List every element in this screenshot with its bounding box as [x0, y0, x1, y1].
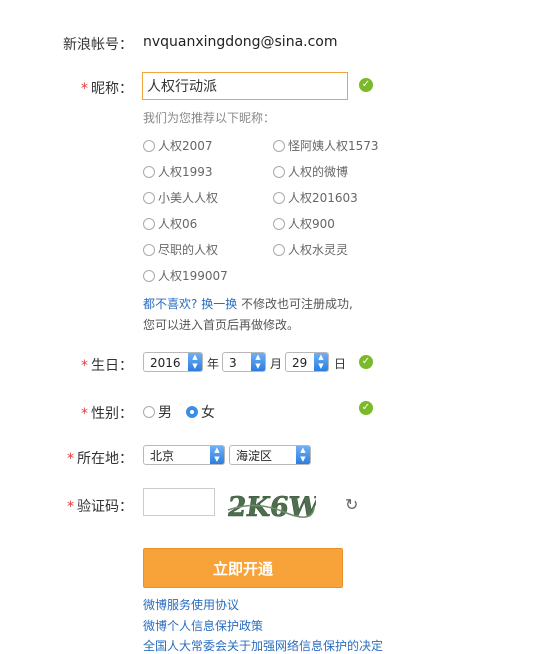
- radio-icon: [143, 406, 155, 418]
- select-arrows-icon: ▲ ▼: [210, 446, 224, 464]
- radio-icon: [273, 217, 285, 230]
- gender-male-label: 男: [158, 405, 172, 421]
- radio-icon: [273, 243, 285, 256]
- captcha-input[interactable]: [143, 488, 215, 516]
- nickname-label-row: * 昵称：: [0, 78, 133, 98]
- gender-male-option[interactable]: 男: [143, 402, 172, 422]
- nickname-change-msg: 都不喜欢? 换一换 不修改也可注册成功,: [143, 295, 353, 312]
- suggestion-label: 尽职的人权: [158, 243, 219, 257]
- refresh-captcha-icon[interactable]: ↻: [345, 495, 358, 514]
- no-change-text: 不修改也可注册成功,: [241, 297, 353, 311]
- birth-day-value: 29: [292, 356, 308, 370]
- suggestion-label: 人权1993: [158, 165, 213, 179]
- nickname-suggestion[interactable]: 人权1993: [143, 163, 213, 180]
- district-value: 海淀区: [236, 449, 273, 463]
- suggestion-label: 小美人人权: [158, 191, 219, 205]
- province-value: 北京: [150, 449, 175, 463]
- nickname-suggestion[interactable]: 人权900: [273, 215, 335, 232]
- birth-day-select[interactable]: 29 ▲ ▼: [285, 352, 329, 372]
- suggestion-label: 人权199007: [158, 269, 228, 283]
- nickname-suggestion[interactable]: 小美人人权: [143, 189, 218, 206]
- suggestion-label: 怪阿姨人权1573: [288, 139, 379, 153]
- required-mark: *: [81, 406, 88, 422]
- valid-check-icon: ✓: [359, 401, 373, 415]
- nickname-suggestion[interactable]: 人权201603: [273, 189, 358, 206]
- birthday-label: 生日：: [91, 358, 133, 374]
- birth-month-value: 3: [229, 356, 237, 370]
- account-label: 新浪帐号：: [63, 37, 133, 53]
- valid-check-icon: ✓: [359, 355, 373, 369]
- nickname-label: 昵称：: [91, 81, 133, 97]
- radio-icon: [143, 269, 155, 282]
- nickname-suggestion[interactable]: 尽职的人权: [143, 241, 218, 258]
- suggestion-label: 人权水灵灵: [288, 243, 349, 257]
- gender-female-label: 女: [201, 405, 215, 421]
- nickname-suggestion[interactable]: 人权199007: [143, 267, 228, 284]
- radio-icon: [273, 139, 285, 152]
- day-unit: 日: [334, 357, 347, 371]
- account-value: nvquanxingdong@sina.com: [143, 34, 338, 50]
- footer-link[interactable]: 全国人大常委会关于加强网络信息保护的决定: [143, 637, 383, 654]
- submit-button[interactable]: 立即开通: [143, 548, 343, 588]
- gender-female-option[interactable]: 女: [186, 402, 215, 422]
- birth-year-select[interactable]: 2016 ▲ ▼: [143, 352, 203, 372]
- province-select[interactable]: 北京 ▲ ▼: [143, 445, 225, 465]
- radio-icon: [143, 243, 155, 256]
- required-mark: *: [67, 451, 74, 467]
- district-select[interactable]: 海淀区 ▲ ▼: [229, 445, 311, 465]
- nickname-suggestion[interactable]: 人权06: [143, 215, 197, 232]
- gender-label-row: * 性别：: [0, 403, 133, 423]
- nickname-suggestion[interactable]: 人权2007: [143, 137, 213, 154]
- nickname-suggestion[interactable]: 人权的微博: [273, 163, 348, 180]
- required-mark: *: [81, 358, 88, 374]
- location-label-row: * 所在地：: [0, 448, 133, 468]
- captcha-label: 验证码：: [77, 499, 133, 515]
- radio-icon: [143, 139, 155, 152]
- suggestion-label: 人权06: [158, 217, 198, 231]
- year-unit: 年: [207, 357, 220, 371]
- suggestion-label: 人权2007: [158, 139, 213, 153]
- radio-icon: [273, 165, 285, 178]
- radio-selected-icon: [186, 406, 198, 418]
- required-mark: *: [67, 499, 74, 515]
- nickname-input[interactable]: [142, 72, 348, 100]
- change-suggestions-link[interactable]: 换一换: [201, 297, 237, 311]
- suggestion-label: 人权201603: [288, 191, 358, 205]
- footer-link[interactable]: 微博服务使用协议: [143, 596, 239, 613]
- radio-icon: [143, 217, 155, 230]
- nickname-later-msg: 您可以进入首页后再做修改。: [143, 318, 300, 332]
- select-arrows-icon: ▲ ▼: [251, 353, 265, 371]
- location-label: 所在地：: [77, 451, 133, 467]
- select-arrows-icon: ▲ ▼: [188, 353, 202, 371]
- gender-label: 性别：: [91, 406, 133, 422]
- nickname-hint: 我们为您推荐以下昵称：: [143, 111, 276, 125]
- dislike-text: 都不喜欢?: [143, 297, 198, 311]
- nickname-suggestion[interactable]: 怪阿姨人权1573: [273, 137, 379, 154]
- month-unit: 月: [270, 357, 283, 371]
- select-arrows-icon: ▲ ▼: [296, 446, 310, 464]
- birthday-label-row: * 生日：: [0, 355, 133, 375]
- suggestion-label: 人权900: [288, 217, 335, 231]
- footer-link[interactable]: 微博个人信息保护政策: [143, 617, 263, 634]
- nickname-suggestion[interactable]: 人权水灵灵: [273, 241, 348, 258]
- valid-check-icon: ✓: [359, 78, 373, 92]
- captcha-label-row: * 验证码：: [0, 496, 133, 516]
- birth-month-select[interactable]: 3 ▲ ▼: [222, 352, 266, 372]
- select-arrows-icon: ▲ ▼: [314, 353, 328, 371]
- suggestion-label: 人权的微博: [288, 165, 349, 179]
- required-mark: *: [81, 81, 88, 97]
- radio-icon: [273, 191, 285, 204]
- birth-year-value: 2016: [150, 356, 181, 370]
- radio-icon: [143, 191, 155, 204]
- captcha-image[interactable]: 2K6W: [226, 490, 316, 522]
- radio-icon: [143, 165, 155, 178]
